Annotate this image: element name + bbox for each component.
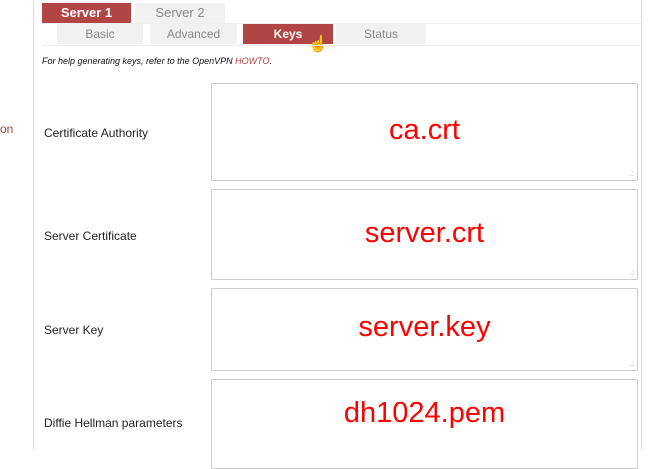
field-value: server.key	[358, 311, 491, 343]
howto-link[interactable]: HOWTO	[235, 56, 269, 66]
help-text-body: For help generating keys, refer to the O…	[42, 56, 236, 66]
subtab-advanced[interactable]: Advanced	[150, 24, 237, 44]
field-label: Server Key	[44, 323, 104, 337]
subtab-divider	[42, 45, 641, 46]
field-value: dh1024.pem	[343, 397, 506, 429]
field-value: server.crt	[364, 217, 485, 249]
resize-grip-icon[interactable]: .:	[630, 269, 634, 277]
help-text: For help generating keys, refer to the O…	[42, 56, 272, 66]
hand-cursor-icon: ☝	[308, 36, 328, 53]
ca-cert-textarea[interactable]: ca.crt.:	[211, 83, 638, 181]
field-value: ca.crt	[389, 114, 460, 146]
resize-grip-icon[interactable]: .:	[630, 360, 634, 368]
help-text-end: .	[269, 56, 272, 66]
server-cert-textarea[interactable]: server.crt.:	[211, 189, 638, 280]
resize-grip-icon[interactable]: .:	[630, 170, 634, 178]
tab-server-2[interactable]: Server 2	[135, 3, 225, 23]
tab-server-1[interactable]: Server 1	[42, 3, 131, 23]
subtab-basic[interactable]: Basic	[57, 24, 143, 44]
field-label: Certificate Authority	[44, 126, 149, 140]
right-divider	[641, 0, 642, 450]
field-label: Server Certificate	[44, 229, 137, 243]
field-label: Diffie Hellman parameters	[44, 416, 183, 430]
sidebar-divider	[33, 0, 34, 450]
subtab-status[interactable]: Status	[336, 24, 426, 44]
sidebar-partial-link[interactable]: on	[0, 122, 13, 136]
server-key-textarea[interactable]: server.key.:	[211, 288, 638, 371]
dh-params-textarea[interactable]: dh1024.pem	[211, 379, 638, 469]
